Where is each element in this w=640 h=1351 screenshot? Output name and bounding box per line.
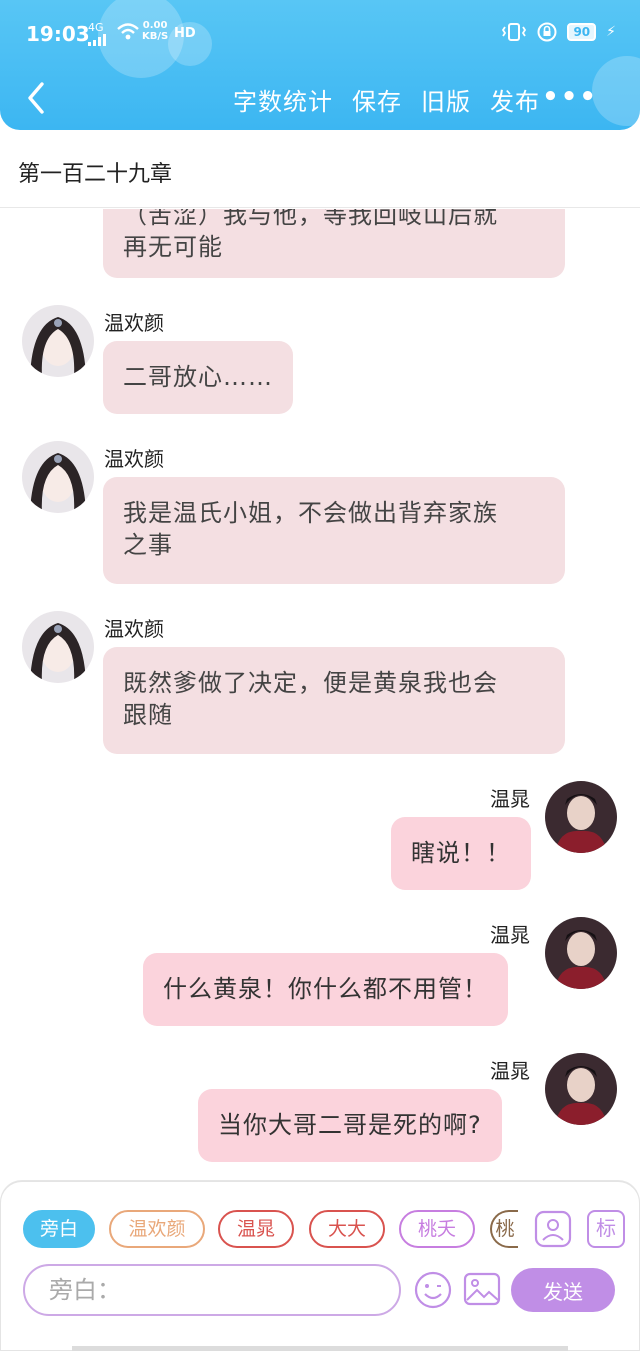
back-icon[interactable]	[22, 78, 52, 118]
sender-name: 温欢颜	[104, 617, 164, 641]
battery-indicator: 90	[567, 23, 597, 41]
composer-panel: 旁白 温欢颜 温晁 大大 桃夭 桃 标 发送	[0, 1181, 640, 1351]
avatar-male-icon	[545, 1053, 617, 1125]
more-button[interactable]: •••	[542, 82, 598, 112]
message-bubble[interactable]: （苦涩）我与他，等我回岐山后就 再无可能	[103, 209, 565, 278]
role-manage-icon[interactable]	[534, 1210, 572, 1248]
message-line: 二哥放心……	[123, 363, 273, 391]
avatar-female-icon	[22, 305, 94, 377]
status-right: 90 ⚡	[501, 22, 616, 42]
wifi-icon	[117, 23, 139, 40]
message-bubble[interactable]: 瞎说！！	[391, 817, 531, 890]
tag-button-label: 标	[596, 1216, 616, 1240]
lock-icon	[537, 22, 557, 42]
avatar-male-icon	[545, 917, 617, 989]
message-line: 再无可能	[123, 233, 223, 261]
network-type: 4G	[88, 22, 110, 49]
message-line: 跟随	[123, 701, 173, 729]
sender-name: 温欢颜	[104, 447, 164, 471]
signal-icon	[88, 34, 106, 46]
message-line: （苦涩）我与他，等我回岐山后就	[123, 209, 498, 229]
home-indicator	[72, 1346, 568, 1351]
status-bar: 19:03 4G 0.00 KB/S HD 90 ⚡	[0, 14, 640, 50]
message-line: 当你大哥二哥是死的啊?	[218, 1111, 482, 1139]
nav-actions: 字数统计 保存 旧版 发布	[233, 82, 540, 117]
network-speed: 0.00 KB/S	[142, 20, 168, 42]
role-chip[interactable]: 大大	[309, 1210, 385, 1248]
charging-icon: ⚡	[606, 24, 616, 40]
message-line: 我是温氏小姐，不会做出背弃家族	[123, 499, 498, 527]
tag-button[interactable]: 标	[587, 1210, 625, 1248]
network-type-label: 4G	[88, 21, 104, 34]
role-chip[interactable]: 桃夭	[399, 1210, 475, 1248]
word-count-button[interactable]: 字数统计	[233, 82, 333, 117]
sender-name: 温晁	[490, 923, 530, 947]
message-line: 之事	[123, 531, 173, 559]
chapter-title[interactable]: 第一百二十九章	[18, 156, 172, 188]
chat-area[interactable]: （苦涩）我与他，等我回岐山后就 再无可能 温欢颜 二哥放心…… 温欢颜 我是温氏…	[0, 209, 640, 1181]
hd-badge: HD	[174, 26, 196, 41]
message-line: 什么黄泉！你什么都不用管！	[163, 975, 488, 1003]
nav-bar: 字数统计 保存 旧版 发布 •••	[0, 72, 640, 124]
old-version-button[interactable]: 旧版	[421, 82, 471, 117]
avatar[interactable]	[545, 917, 617, 989]
role-chip[interactable]: 桃	[490, 1210, 518, 1248]
message-line: 瞎说！！	[411, 839, 511, 867]
avatar[interactable]	[545, 1053, 617, 1125]
image-icon[interactable]	[463, 1270, 501, 1308]
role-chip[interactable]: 温晁	[218, 1210, 294, 1248]
avatar[interactable]	[22, 611, 94, 683]
avatar[interactable]	[22, 441, 94, 513]
avatar[interactable]	[22, 305, 94, 377]
avatar-male-icon	[545, 781, 617, 853]
message-bubble[interactable]: 我是温氏小姐，不会做出背弃家族 之事	[103, 477, 565, 584]
chapter-title-bar: 第一百二十九章	[0, 130, 640, 208]
avatar-female-icon	[22, 611, 94, 683]
emoji-icon[interactable]	[413, 1270, 453, 1310]
role-chip[interactable]: 温欢颜	[109, 1210, 205, 1248]
sender-name: 温欢颜	[104, 311, 164, 335]
app-header: 19:03 4G 0.00 KB/S HD 90 ⚡ 字数统计 保存 旧版 发布…	[0, 0, 640, 130]
save-button[interactable]: 保存	[352, 82, 402, 117]
role-chip-narration[interactable]: 旁白	[23, 1210, 95, 1248]
message-bubble[interactable]: 二哥放心……	[103, 341, 293, 414]
status-time: 19:03	[26, 22, 90, 46]
avatar-female-icon	[22, 441, 94, 513]
message-bubble[interactable]: 当你大哥二哥是死的啊?	[198, 1089, 502, 1162]
message-bubble[interactable]: 既然爹做了决定，便是黄泉我也会 跟随	[103, 647, 565, 754]
speed-value: 0.00	[142, 20, 168, 31]
vibrate-icon	[502, 23, 527, 41]
speed-unit: KB/S	[142, 31, 169, 42]
sender-name: 温晁	[490, 787, 530, 811]
message-input[interactable]	[23, 1264, 401, 1316]
message-bubble[interactable]: 什么黄泉！你什么都不用管！	[143, 953, 508, 1026]
message-line: 既然爹做了决定，便是黄泉我也会	[123, 669, 498, 697]
publish-button[interactable]: 发布	[490, 82, 540, 117]
avatar[interactable]	[545, 781, 617, 853]
send-button[interactable]: 发送	[511, 1268, 615, 1312]
sender-name: 温晁	[490, 1059, 530, 1083]
